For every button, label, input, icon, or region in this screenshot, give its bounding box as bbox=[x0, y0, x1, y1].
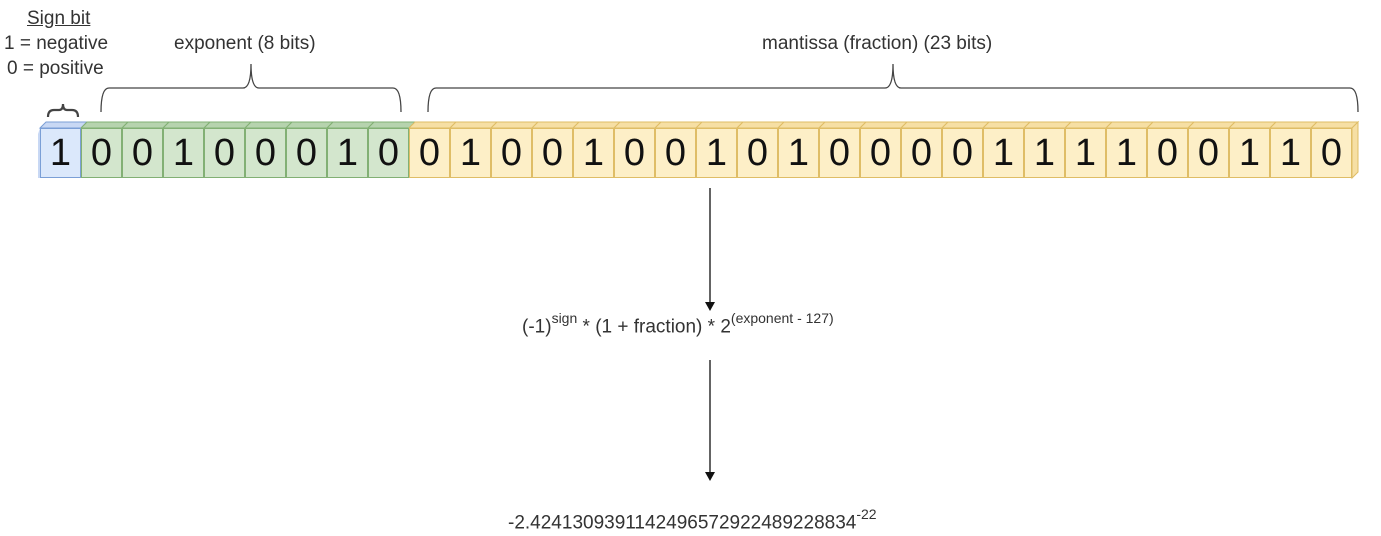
exponent-bit-cell: 0 bbox=[122, 128, 163, 178]
mantissa-bit-cell: 1 bbox=[1270, 128, 1311, 178]
mantissa-bit-cell: 0 bbox=[1311, 128, 1352, 178]
exponent-label: exponent (8 bits) bbox=[174, 33, 316, 54]
mantissa-bit-cell: 0 bbox=[737, 128, 778, 178]
exponent-bit-cell: 0 bbox=[81, 128, 122, 178]
mantissa-bit-cell: 0 bbox=[409, 128, 450, 178]
sign-positive-label: 0 = positive bbox=[7, 58, 104, 79]
mantissa-bit-cell: 0 bbox=[614, 128, 655, 178]
sign-bit-cell: 1 bbox=[40, 128, 81, 178]
mantissa-bit-cell: 1 bbox=[573, 128, 614, 178]
float-diagram: Sign bit 1 = negative 0 = positive expon… bbox=[0, 0, 1381, 536]
exponent-bit-cell: 1 bbox=[163, 128, 204, 178]
mantissa-bit-cell: 1 bbox=[1024, 128, 1065, 178]
mantissa-bit-cell: 1 bbox=[1065, 128, 1106, 178]
exponent-bit-cell: 0 bbox=[286, 128, 327, 178]
exponent-bit-cell: 1 bbox=[327, 128, 368, 178]
sign-negative-label: 1 = negative bbox=[4, 33, 109, 54]
mantissa-bit-cell: 1 bbox=[1106, 128, 1147, 178]
mantissa-bit-cell: 1 bbox=[696, 128, 737, 178]
mantissa-bit-cell: 0 bbox=[1147, 128, 1188, 178]
result-exponent: -22 bbox=[856, 506, 877, 522]
formula-middle: * (1 + fraction) * 2 bbox=[577, 316, 731, 338]
arrow-head-1 bbox=[705, 302, 715, 311]
exponent-bit-cell: 0 bbox=[245, 128, 286, 178]
result-value: -2.4241309391142496572922489228834-22 bbox=[508, 506, 877, 534]
mantissa-bit-cell: 0 bbox=[532, 128, 573, 178]
mantissa-bit-cell: 0 bbox=[901, 128, 942, 178]
formula-exponent-superscript: (exponent - 127) bbox=[730, 310, 834, 326]
mantissa-bit-cell: 1 bbox=[1229, 128, 1270, 178]
bit-row-side-face bbox=[1351, 120, 1359, 180]
mantissa-bit-cell: 0 bbox=[942, 128, 983, 178]
float-formula: (-1)sign * (1 + fraction) * 2(exponent -… bbox=[522, 310, 834, 338]
mantissa-bit-cell: 0 bbox=[491, 128, 532, 178]
arrow-head-2 bbox=[705, 472, 715, 481]
mantissa-bit-cell: 0 bbox=[860, 128, 901, 178]
result-mantissa: -2.4241309391142496572922489228834 bbox=[508, 512, 857, 534]
sign-brace bbox=[46, 103, 80, 118]
mantissa-label: mantissa (fraction) (23 bits) bbox=[762, 33, 993, 54]
mantissa-bit-cell: 1 bbox=[983, 128, 1024, 178]
mantissa-bit-cell: 0 bbox=[819, 128, 860, 178]
formula-sign-superscript: sign bbox=[551, 310, 578, 326]
exponent-brace bbox=[100, 63, 402, 113]
exponent-bit-cell: 0 bbox=[368, 128, 409, 178]
sign-bit-title: Sign bit bbox=[27, 8, 91, 29]
mantissa-bit-cell: 0 bbox=[1188, 128, 1229, 178]
mantissa-bit-cell: 1 bbox=[778, 128, 819, 178]
mantissa-bit-cell: 0 bbox=[655, 128, 696, 178]
exponent-bit-cell: 0 bbox=[204, 128, 245, 178]
mantissa-brace bbox=[427, 63, 1359, 113]
diagram-lines bbox=[38, 63, 1360, 481]
mantissa-bit-cell: 1 bbox=[450, 128, 491, 178]
formula-base: (-1) bbox=[522, 316, 552, 338]
